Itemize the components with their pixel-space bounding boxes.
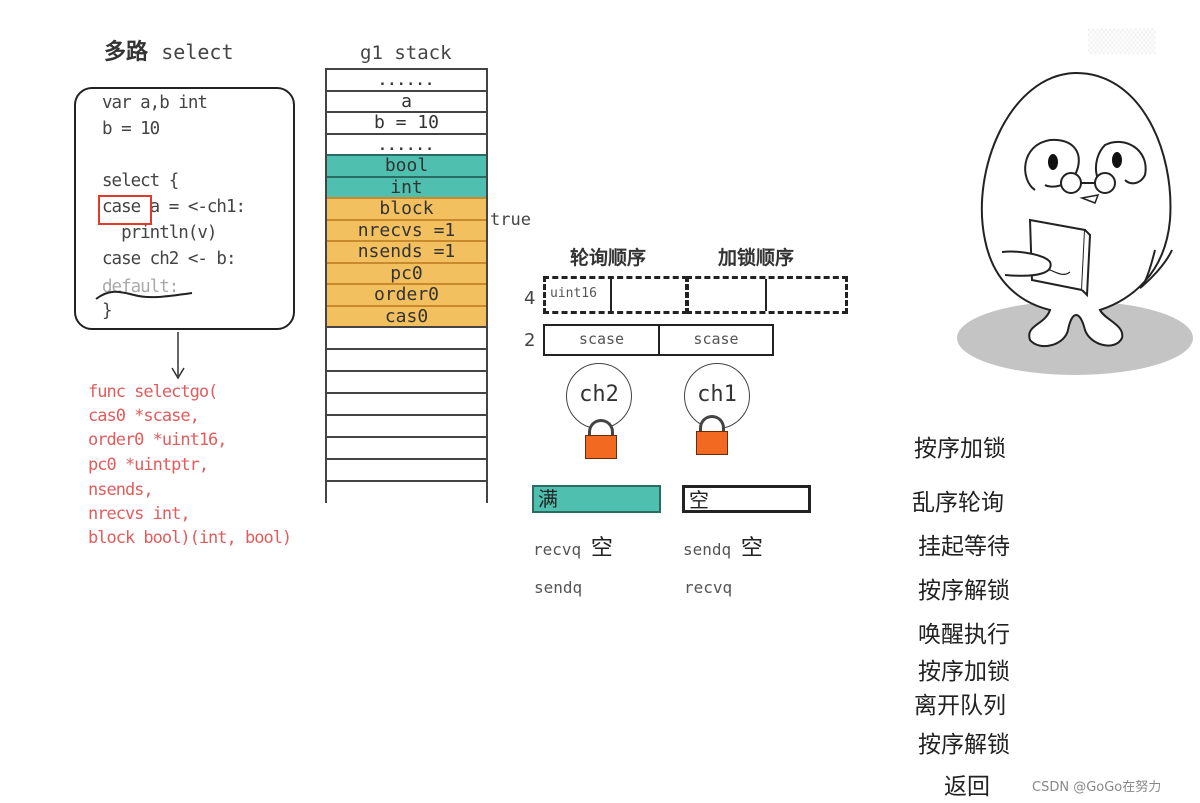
step-park-wait: 挂起等待: [918, 534, 1010, 560]
scase-cell: scase: [693, 330, 739, 348]
stack-slot-label: order0: [373, 284, 440, 305]
stack-slot-empty: [327, 326, 486, 348]
queue-state: 空: [590, 536, 613, 561]
stack-slot: int: [327, 175, 486, 198]
strikethrough-wave: [95, 290, 193, 300]
stack-slot: ......: [327, 132, 486, 154]
stack-title: g1 stack: [360, 42, 452, 64]
stack-slot-empty: [327, 348, 486, 370]
step-unlock-in-order-2: 按序解锁: [918, 732, 1010, 758]
step-return: 返回: [944, 774, 990, 800]
lock-order-array: [686, 276, 848, 314]
stack-slot-label: nrecvs =1: [357, 219, 456, 241]
arrow-down-icon: [171, 332, 185, 380]
stack-slot-label: bool: [384, 155, 429, 176]
queue-name: sendq: [683, 540, 732, 559]
order-cell: [689, 279, 767, 311]
lock-icon: [585, 435, 617, 459]
scase-cell: scase: [545, 326, 660, 354]
stack-slot-label: int: [390, 176, 423, 198]
code-line: println(v): [102, 223, 217, 243]
lock-icon: [696, 431, 728, 455]
step-wake-execute: 唤醒执行: [918, 622, 1010, 648]
ch1-recvq: recvq: [684, 578, 733, 597]
stack-slot: a: [327, 89, 486, 112]
ch2-recvq: recvq 空: [533, 530, 613, 562]
stack-slot-empty: [327, 392, 486, 414]
stack-slot: block: [327, 197, 486, 219]
ch1-buffer-empty: 空: [682, 485, 811, 513]
stack-slot-label: b = 10: [373, 112, 440, 133]
stack-slot-label: nsends =1: [357, 241, 456, 262]
step-random-poll: 乱序轮询: [912, 490, 1004, 516]
stack-slot-empty: [327, 458, 486, 480]
queue-state: 空: [740, 536, 763, 561]
stack-slot: order0: [327, 283, 486, 305]
channel-ch2: ch2: [566, 363, 632, 459]
signature-line: order0 *uint16,: [88, 430, 228, 450]
poll-order-header: 轮询顺序: [570, 247, 647, 269]
ch2-buffer-full: 满: [532, 485, 661, 513]
stack-slot: cas0: [327, 304, 486, 327]
queue-name: recvq: [533, 540, 582, 559]
code-line: }: [102, 301, 113, 321]
step-lock-in-order: 按序加锁: [914, 436, 1006, 462]
scase-array-size: 2: [524, 330, 536, 351]
stack-slot: b = 10: [327, 111, 486, 133]
code-box: var a,b int b = 10 select { case a = <-c…: [74, 87, 295, 330]
poll-order-array: uint16: [543, 276, 688, 314]
title-en: select: [161, 40, 234, 64]
signature-line: nrecvs int,: [88, 504, 191, 524]
stack-slot: ......: [327, 68, 486, 90]
order-cell: uint16: [546, 279, 612, 311]
stack-slot: nsends =1: [327, 240, 486, 262]
ch1-sendq: sendq 空: [683, 530, 763, 562]
stack-slot-empty: [327, 370, 486, 392]
stack-slot-label: ......: [378, 137, 435, 154]
scase-array: scase scase: [543, 324, 774, 356]
title-cn: 多路: [104, 39, 149, 65]
lock-order-header: 加锁顺序: [718, 247, 795, 269]
signature-line: pc0 *uintptr,: [88, 455, 209, 475]
diagram-title: 多路 select: [104, 34, 234, 66]
stack-slot-empty: [327, 414, 486, 436]
stack-slot-empty: [327, 480, 486, 502]
stack-slot: nrecvs =1: [327, 218, 486, 241]
stack-slot: bool: [327, 154, 486, 176]
stack-slot-empty: [327, 436, 486, 458]
code-line: case ch2 <- b:: [102, 249, 237, 269]
order-cell-type: uint16: [550, 286, 597, 301]
stack-slot-label: pc0: [390, 262, 423, 284]
corner-watermark: ▒▒▒▒: [1088, 30, 1156, 55]
csdn-watermark: CSDN @GoGo在努力: [1032, 780, 1162, 795]
step-unlock-in-order: 按序解锁: [918, 578, 1010, 604]
signature-line: func selectgo(: [88, 382, 218, 402]
code-line: select {: [102, 171, 179, 191]
step-leave-queue: 离开队列: [914, 693, 1006, 719]
step-lock-in-order-2: 按序加锁: [918, 659, 1010, 685]
stack-slot-label: block: [379, 198, 434, 219]
g1-stack: ...... a b = 10...... bool int block nrecvs =1…: [325, 68, 488, 503]
channel-ch1: ch1: [684, 363, 750, 455]
ch2-sendq: sendq: [534, 578, 583, 597]
block-value: true: [490, 210, 531, 230]
signature-line: cas0 *scase,: [88, 406, 200, 426]
order-array-size: 4: [524, 288, 536, 309]
stack-slot-label: a: [401, 90, 412, 112]
stack-slot-label: ......: [378, 73, 435, 89]
signature-line: block bool)(int, bool): [88, 528, 292, 548]
stack-slot-label: cas0: [384, 305, 429, 327]
code-line: b = 10: [102, 119, 160, 139]
case-highlight-box: [98, 195, 152, 225]
code-line: var a,b int: [102, 93, 208, 113]
egg-character-illustration: [957, 71, 1193, 375]
stack-slot: pc0: [327, 261, 486, 284]
signature-line: nsends,: [88, 480, 154, 500]
